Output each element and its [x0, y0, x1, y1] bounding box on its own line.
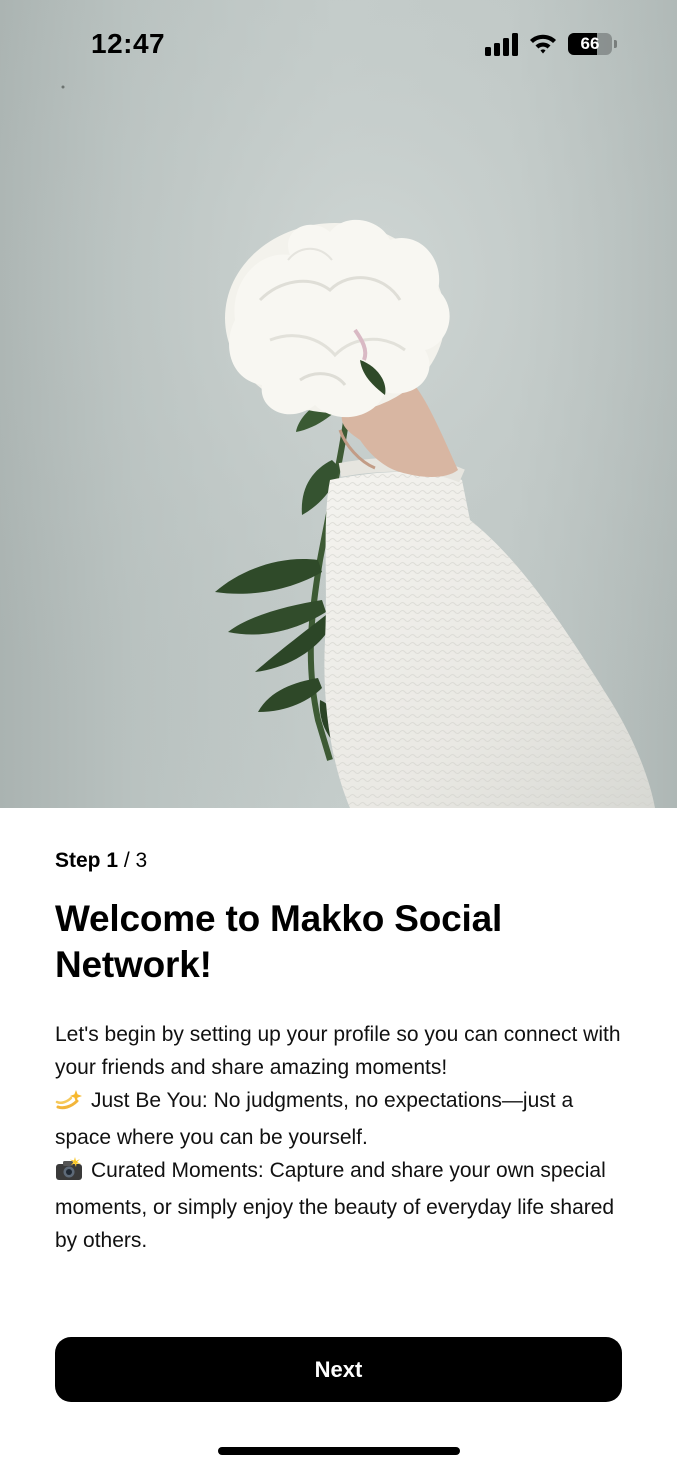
step-separator: / — [118, 849, 136, 872]
home-indicator[interactable] — [218, 1447, 460, 1455]
intro-text: Let's begin by setting up your profile s… — [55, 1023, 621, 1079]
status-icons: 66 — [485, 32, 617, 56]
battery-level: 66 — [580, 34, 600, 53]
wifi-icon — [530, 34, 556, 54]
battery-icon: 66 — [568, 33, 612, 55]
onboarding-content: Step 1 / 3 Welcome to Makko Social Netwo… — [55, 846, 625, 1257]
feature-just-be-you: Just Be You: No judgments, no expectatio… — [55, 1084, 625, 1154]
peony-illustration — [0, 0, 677, 808]
feature-1-text: Just Be You: No judgments, no expectatio… — [55, 1089, 574, 1149]
status-bar: 12:47 66 — [0, 0, 677, 92]
battery-group: 66 — [568, 33, 617, 55]
feature-curated-moments: Curated Moments: Capture and share your … — [55, 1154, 625, 1257]
step-indicator: Step 1 / 3 — [55, 846, 625, 876]
status-time: 12:47 — [91, 28, 166, 59]
battery-cap — [614, 40, 617, 48]
page-title: Welcome to Makko Social Network! — [55, 898, 503, 985]
camera-flash-icon — [55, 1157, 83, 1191]
feature-2-text: Curated Moments: Capture and share your … — [55, 1159, 615, 1252]
step-total: 3 — [135, 849, 148, 872]
dizzy-star-icon — [55, 1087, 83, 1121]
hero-image — [0, 0, 677, 808]
next-button[interactable]: Next — [55, 1337, 622, 1402]
onboarding-description: Let's begin by setting up your profile s… — [55, 1018, 625, 1257]
step-current: Step 1 — [55, 849, 119, 872]
cellular-signal-icon — [485, 32, 518, 56]
onboarding-screen: 12:47 66 Step 1 / 3 Welcome to Makko Soc… — [0, 0, 677, 1468]
